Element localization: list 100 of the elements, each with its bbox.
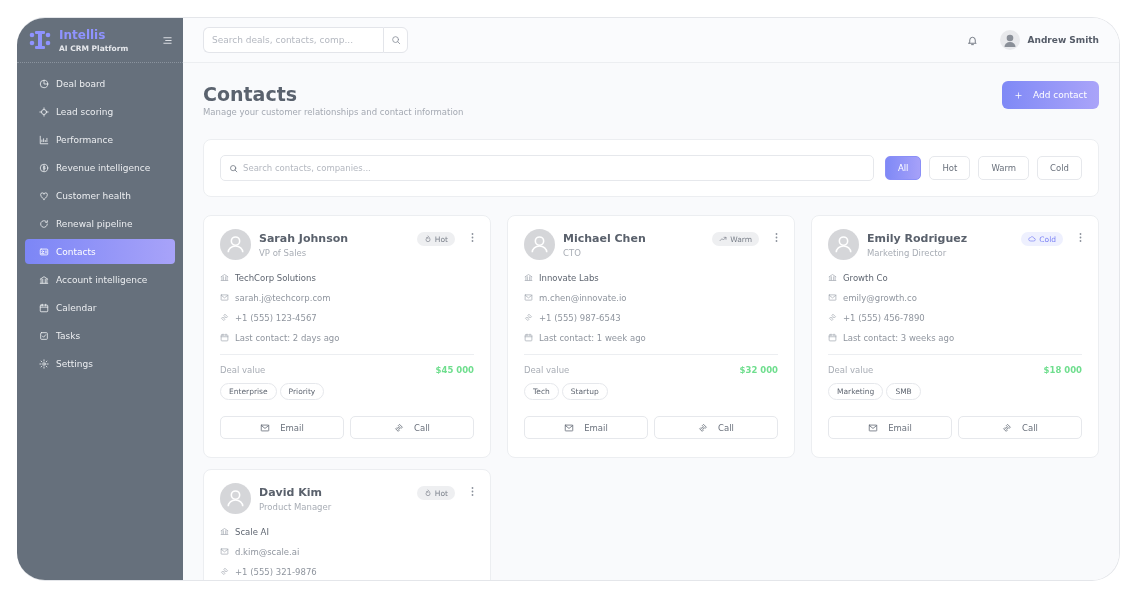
dollar-icon	[39, 162, 49, 173]
mail-icon	[220, 547, 229, 556]
deal-value: $32 000	[739, 365, 778, 375]
filter-chip[interactable]: Cold	[1037, 156, 1082, 180]
calendar-icon	[524, 333, 533, 342]
sidebar-item[interactable]: Renewal pipeline	[25, 211, 175, 236]
avatar	[220, 483, 251, 514]
contact-name: Sarah Johnson	[259, 231, 350, 245]
brand-name: Intellis	[59, 27, 107, 42]
deal-value: $45 000	[435, 365, 474, 375]
contact-name: David Kim	[259, 485, 323, 499]
company-name: Growth Co	[843, 272, 888, 283]
checkbox-icon	[39, 330, 49, 341]
search-field[interactable]: Search deals, contacts, comp...	[203, 27, 383, 53]
search-icon	[390, 35, 401, 45]
deal-label: Deal value	[828, 365, 874, 375]
sidebar-item[interactable]: Customer health	[25, 183, 175, 208]
contact-email: d.kim@scale.ai	[235, 546, 300, 557]
contact-phone: +1 (555) 987-6543	[539, 312, 621, 323]
filter-chip[interactable]: Hot	[929, 156, 971, 180]
crosshair-icon	[39, 106, 49, 117]
mail-icon	[524, 293, 533, 302]
sidebar-item[interactable]: Account intelligence	[25, 267, 175, 292]
last-contact: Last contact: 3 weeks ago	[843, 332, 955, 343]
add-contact-button[interactable]: Add contact	[1002, 81, 1099, 109]
mail-icon	[564, 422, 575, 433]
building-icon	[524, 273, 533, 282]
company-name: Scale AI	[235, 526, 269, 537]
contact-name: Michael Chen	[563, 231, 647, 245]
sidebar-item[interactable]: Deal board	[25, 71, 175, 96]
sidebar-item[interactable]: Revenue intelligence	[25, 155, 175, 180]
more-icon[interactable]	[471, 233, 474, 242]
refresh-icon	[39, 218, 49, 229]
id-card-icon	[39, 246, 49, 257]
more-icon[interactable]	[471, 487, 474, 496]
user-name: Andrew Smith	[1027, 35, 1099, 45]
call-button[interactable]: Call	[350, 416, 474, 439]
search-field[interactable]: Search contacts, companies...	[220, 155, 874, 181]
avatar	[220, 229, 251, 260]
sidebar-item[interactable]: Calendar	[25, 295, 175, 320]
sidebar-item[interactable]: Performance	[25, 127, 175, 152]
mail-icon	[828, 293, 837, 302]
last-contact: Last contact: 1 week ago	[539, 332, 646, 343]
logo-icon	[29, 29, 51, 51]
calendar-icon	[828, 333, 837, 342]
deal-label: Deal value	[220, 365, 266, 375]
call-button[interactable]: Call	[654, 416, 778, 439]
contact-name: Emily Rodriguez	[867, 231, 969, 245]
cloud-icon	[1028, 235, 1037, 243]
contact-phone: +1 (555) 456-7890	[843, 312, 925, 323]
mail-icon	[260, 422, 271, 433]
search-button[interactable]	[383, 27, 408, 53]
filter-chip[interactable]: All	[884, 156, 922, 180]
mail-icon	[220, 293, 229, 302]
contact-role: CTO	[563, 247, 582, 258]
page-title: Contacts	[203, 83, 299, 105]
avatar	[828, 229, 859, 260]
avatar[interactable]	[999, 30, 1020, 50]
bar-chart-icon	[39, 134, 49, 145]
company-name: TechCorp Solutions	[235, 272, 316, 283]
sidebar-item[interactable]: Contacts	[25, 239, 175, 264]
contact-email: sarah.j@techcorp.com	[235, 292, 331, 303]
menu-icon[interactable]	[162, 34, 173, 46]
last-contact: Last contact: 2 days ago	[235, 332, 340, 343]
mail-icon	[868, 422, 879, 433]
avatar	[524, 229, 555, 260]
calendar-icon	[39, 302, 49, 313]
more-icon[interactable]	[775, 233, 778, 242]
email-button[interactable]: Email	[220, 416, 344, 439]
trend-up-icon	[719, 235, 728, 243]
plus-icon	[1014, 90, 1024, 100]
bank-icon	[39, 274, 49, 285]
deal-label: Deal value	[524, 365, 570, 375]
filter-chip[interactable]: Warm	[978, 156, 1030, 180]
sidebar-item[interactable]: Lead scoring	[25, 99, 175, 124]
email-button[interactable]: Email	[524, 416, 648, 439]
contact-phone: +1 (555) 321-9876	[235, 566, 317, 577]
email-button[interactable]: Email	[828, 416, 952, 439]
company-name: Innovate Labs	[539, 272, 599, 283]
calendar-icon	[220, 333, 229, 342]
contact-phone: +1 (555) 123-4567	[235, 312, 317, 323]
sidebar-item[interactable]: Settings	[25, 351, 175, 376]
deal-value: $18 000	[1043, 365, 1082, 375]
more-icon[interactable]	[1079, 233, 1082, 242]
sidebar-item[interactable]: Tasks	[25, 323, 175, 348]
call-button[interactable]: Call	[958, 416, 1082, 439]
flame-icon	[423, 489, 432, 497]
contact-role: Marketing Director	[867, 247, 948, 258]
pie-chart-icon	[39, 78, 49, 89]
page-subtitle: Manage your customer relationships and contact information	[203, 107, 464, 117]
contact-email: m.chen@innovate.io	[539, 292, 627, 303]
heart-icon	[39, 190, 49, 201]
search-icon	[229, 163, 238, 173]
building-icon	[828, 273, 837, 282]
contact-email: emily@growth.co	[843, 292, 917, 303]
settings-icon	[39, 358, 49, 369]
bell-icon[interactable]	[966, 34, 978, 46]
contact-role: Product Manager	[259, 501, 333, 512]
building-icon	[220, 273, 229, 282]
contact-role: VP of Sales	[259, 247, 308, 258]
